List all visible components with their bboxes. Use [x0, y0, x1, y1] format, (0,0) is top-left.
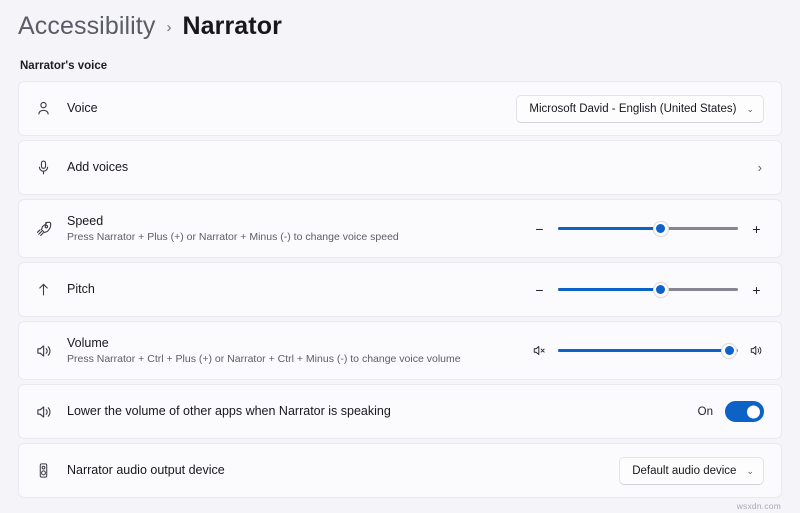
- volume-right: [532, 342, 764, 360]
- settings-card-list: Voice Microsoft David - English (United …: [18, 81, 782, 498]
- toggle-state-label: On: [697, 405, 713, 418]
- add-voices-right: ›: [758, 160, 764, 175]
- lower-volume-title: Lower the volume of other apps when Narr…: [67, 404, 391, 418]
- chevron-down-icon: ⌄: [746, 466, 754, 476]
- pitch-right: − +: [532, 281, 764, 299]
- breadcrumb-parent-accessibility[interactable]: Accessibility: [18, 12, 155, 41]
- speaker-mute-icon[interactable]: [532, 343, 547, 358]
- lower-volume-right: On: [698, 401, 764, 422]
- setting-row-add-voices[interactable]: Add voices ›: [18, 140, 782, 195]
- setting-row-lower-volume[interactable]: Lower the volume of other apps when Narr…: [18, 384, 782, 439]
- pitch-slider-fill: [558, 288, 661, 291]
- arrow-up-icon: [35, 281, 67, 298]
- minus-icon[interactable]: −: [532, 222, 547, 236]
- volume-slider-thumb[interactable]: [721, 342, 737, 359]
- speaker-icon: [35, 403, 67, 421]
- pitch-text-block: Pitch: [67, 282, 532, 297]
- pitch-title: Pitch: [67, 282, 95, 296]
- speed-slider-group[interactable]: − +: [532, 220, 764, 238]
- audio-device-icon: [35, 462, 67, 479]
- setting-row-voice[interactable]: Voice Microsoft David - English (United …: [18, 81, 782, 136]
- toggle-knob: [747, 405, 760, 418]
- voice-title: Voice: [67, 101, 98, 115]
- voice-right: Microsoft David - English (United States…: [516, 94, 764, 123]
- breadcrumb: Accessibility › Narrator: [18, 0, 782, 46]
- speaker-icon: [35, 342, 67, 360]
- plus-icon[interactable]: +: [749, 222, 764, 236]
- person-icon: [35, 100, 67, 117]
- volume-title: Volume: [67, 335, 109, 350]
- chevron-down-icon: ⌄: [746, 104, 754, 114]
- lower-volume-toggle[interactable]: [725, 401, 764, 422]
- chevron-right-icon[interactable]: ›: [758, 160, 764, 175]
- lower-volume-toggle-group[interactable]: On: [698, 401, 764, 422]
- audio-device-right: Default audio device ⌄: [619, 456, 764, 485]
- audio-device-title: Narrator audio output device: [67, 463, 225, 477]
- microphone-icon: [35, 159, 67, 176]
- setting-row-audio-output-device[interactable]: Narrator audio output device Default aud…: [18, 443, 782, 498]
- audio-device-text-block: Narrator audio output device: [67, 463, 619, 478]
- speed-text-block: Speed Press Narrator + Plus (+) or Narra…: [67, 214, 532, 244]
- watermark: wsxdn.com: [736, 501, 781, 511]
- speed-slider[interactable]: [558, 220, 738, 238]
- setting-row-pitch[interactable]: Pitch − +: [18, 262, 782, 317]
- speed-subtitle: Press Narrator + Plus (+) or Narrator + …: [67, 230, 399, 243]
- volume-slider-fill: [558, 349, 729, 352]
- add-voices-text-block: Add voices: [67, 160, 758, 175]
- lower-volume-text-block: Lower the volume of other apps when Narr…: [67, 404, 698, 419]
- volume-slider-group[interactable]: [532, 342, 764, 360]
- speed-slider-thumb[interactable]: [652, 220, 669, 237]
- audio-device-dropdown[interactable]: Default audio device ⌄: [619, 456, 764, 485]
- volume-text-block: Volume Press Narrator + Ctrl + Plus (+) …: [67, 336, 532, 366]
- speaker-loud-icon[interactable]: [749, 343, 764, 358]
- section-heading-narrators-voice: Narrator's voice: [20, 60, 108, 72]
- speed-title: Speed: [67, 213, 104, 228]
- voice-text-block: Voice: [67, 101, 516, 116]
- voice-dropdown-value: Microsoft David - English (United States…: [529, 102, 737, 115]
- speed-right: − +: [532, 220, 764, 238]
- voice-dropdown[interactable]: Microsoft David - English (United States…: [516, 94, 764, 123]
- minus-icon[interactable]: −: [532, 283, 547, 297]
- pitch-slider-thumb[interactable]: [652, 281, 669, 298]
- setting-row-speed[interactable]: Speed Press Narrator + Plus (+) or Narra…: [18, 199, 782, 258]
- setting-row-volume[interactable]: Volume Press Narrator + Ctrl + Plus (+) …: [18, 321, 782, 380]
- breadcrumb-separator-icon: ›: [166, 19, 172, 36]
- narrator-settings-page: Accessibility › Narrator Narrator's voic…: [0, 0, 800, 513]
- pitch-slider-group[interactable]: − +: [532, 281, 764, 299]
- speed-slider-fill: [558, 227, 661, 230]
- volume-slider[interactable]: [558, 342, 738, 360]
- volume-subtitle: Press Narrator + Ctrl + Plus (+) or Narr…: [67, 352, 461, 365]
- pitch-slider[interactable]: [558, 281, 738, 299]
- speed-icon: [35, 220, 67, 238]
- audio-device-dropdown-value: Default audio device: [632, 464, 737, 477]
- plus-icon[interactable]: +: [749, 283, 764, 297]
- add-voices-title: Add voices: [67, 160, 129, 174]
- page-title: Narrator: [182, 12, 282, 40]
